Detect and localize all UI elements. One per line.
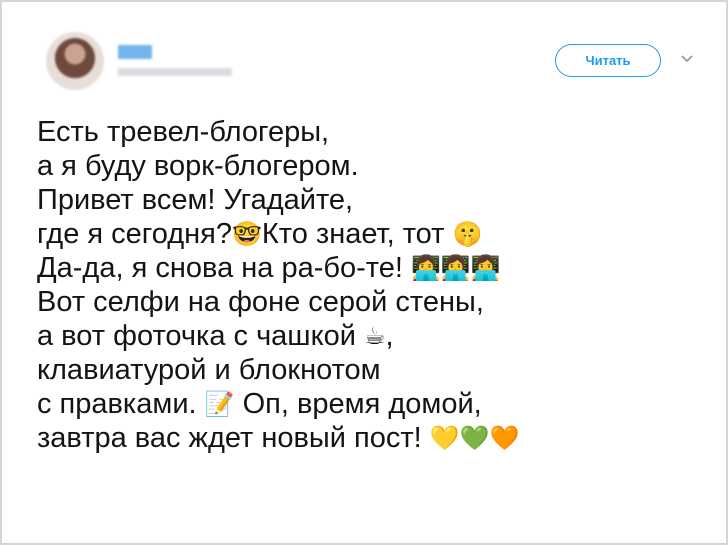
tweet-line: а я буду ворк-блогером. [37,149,717,183]
tweet-line-text: с правками. [37,388,197,420]
nerd-face-icon: 🤓 [231,220,262,248]
woman-technologist-icon: 👩‍💻👩‍💻👩‍💻 [410,254,501,282]
tweet-text: Есть тревел-блогеры, а я буду ворк-блоге… [37,115,717,455]
follow-button[interactable]: Читать [555,44,661,77]
tweet-line-text: Привет всем! Угадайте, [37,184,354,216]
tweet-line-text: где я сегодня? [37,218,232,250]
tweet-line: Да-да, я снова на ра-бо-те! 👩‍💻👩‍💻👩‍💻 [37,251,717,285]
coffee-cup-icon: ☕ [363,322,386,350]
tweet-line-text: а вот фоточка с чашкой [37,320,356,352]
user-display-name[interactable] [118,45,152,59]
tweet-line: завтра вас ждет новый пост! 💛💚🧡 [37,421,717,455]
tweet-line-text: , [385,320,394,352]
tweet-line-text: Кто знает, тот [261,218,445,250]
tweet-line-text: Оп, время домой, [242,388,482,420]
tweet-line: клавиатурой и блокнотом [37,353,717,387]
tweet-line-text: Да-да, я снова на ра-бо-те! [37,252,403,284]
tweet-line: Вот селфи на фоне серой стены, [37,285,717,319]
tweet-line: Есть тревел-блогеры, [37,115,717,149]
tweet-line-text: завтра вас ждет новый пост! [37,422,422,454]
tweet-line-text: Вот селфи на фоне серой стены, [37,286,484,318]
tweet-line: где я сегодня?🤓Кто знает, тот 🤫 [37,217,717,251]
tweet-line: Привет всем! Угадайте, [37,183,717,217]
avatar[interactable] [46,32,104,90]
shushing-face-icon: 🤫 [452,220,483,248]
tweet-line: с правками. 📝 Оп, время домой, [37,387,717,421]
tweet-line-text: Есть тревел-блогеры, [37,116,330,148]
chevron-down-icon[interactable] [680,54,694,64]
tweet-line-text: клавиатурой и блокнотом [37,354,381,386]
tweet-card: Читать Есть тревел-блогеры, а я буду вор… [0,0,728,545]
notepad-icon: 📝 [204,390,235,418]
tweet-line: а вот фоточка с чашкой ☕, [37,319,717,353]
hearts-icon: 💛💚🧡 [429,424,520,452]
tweet-line-text: а я буду ворк-блогером. [37,150,359,182]
user-handle [118,68,232,76]
user-name-block[interactable] [118,45,232,81]
